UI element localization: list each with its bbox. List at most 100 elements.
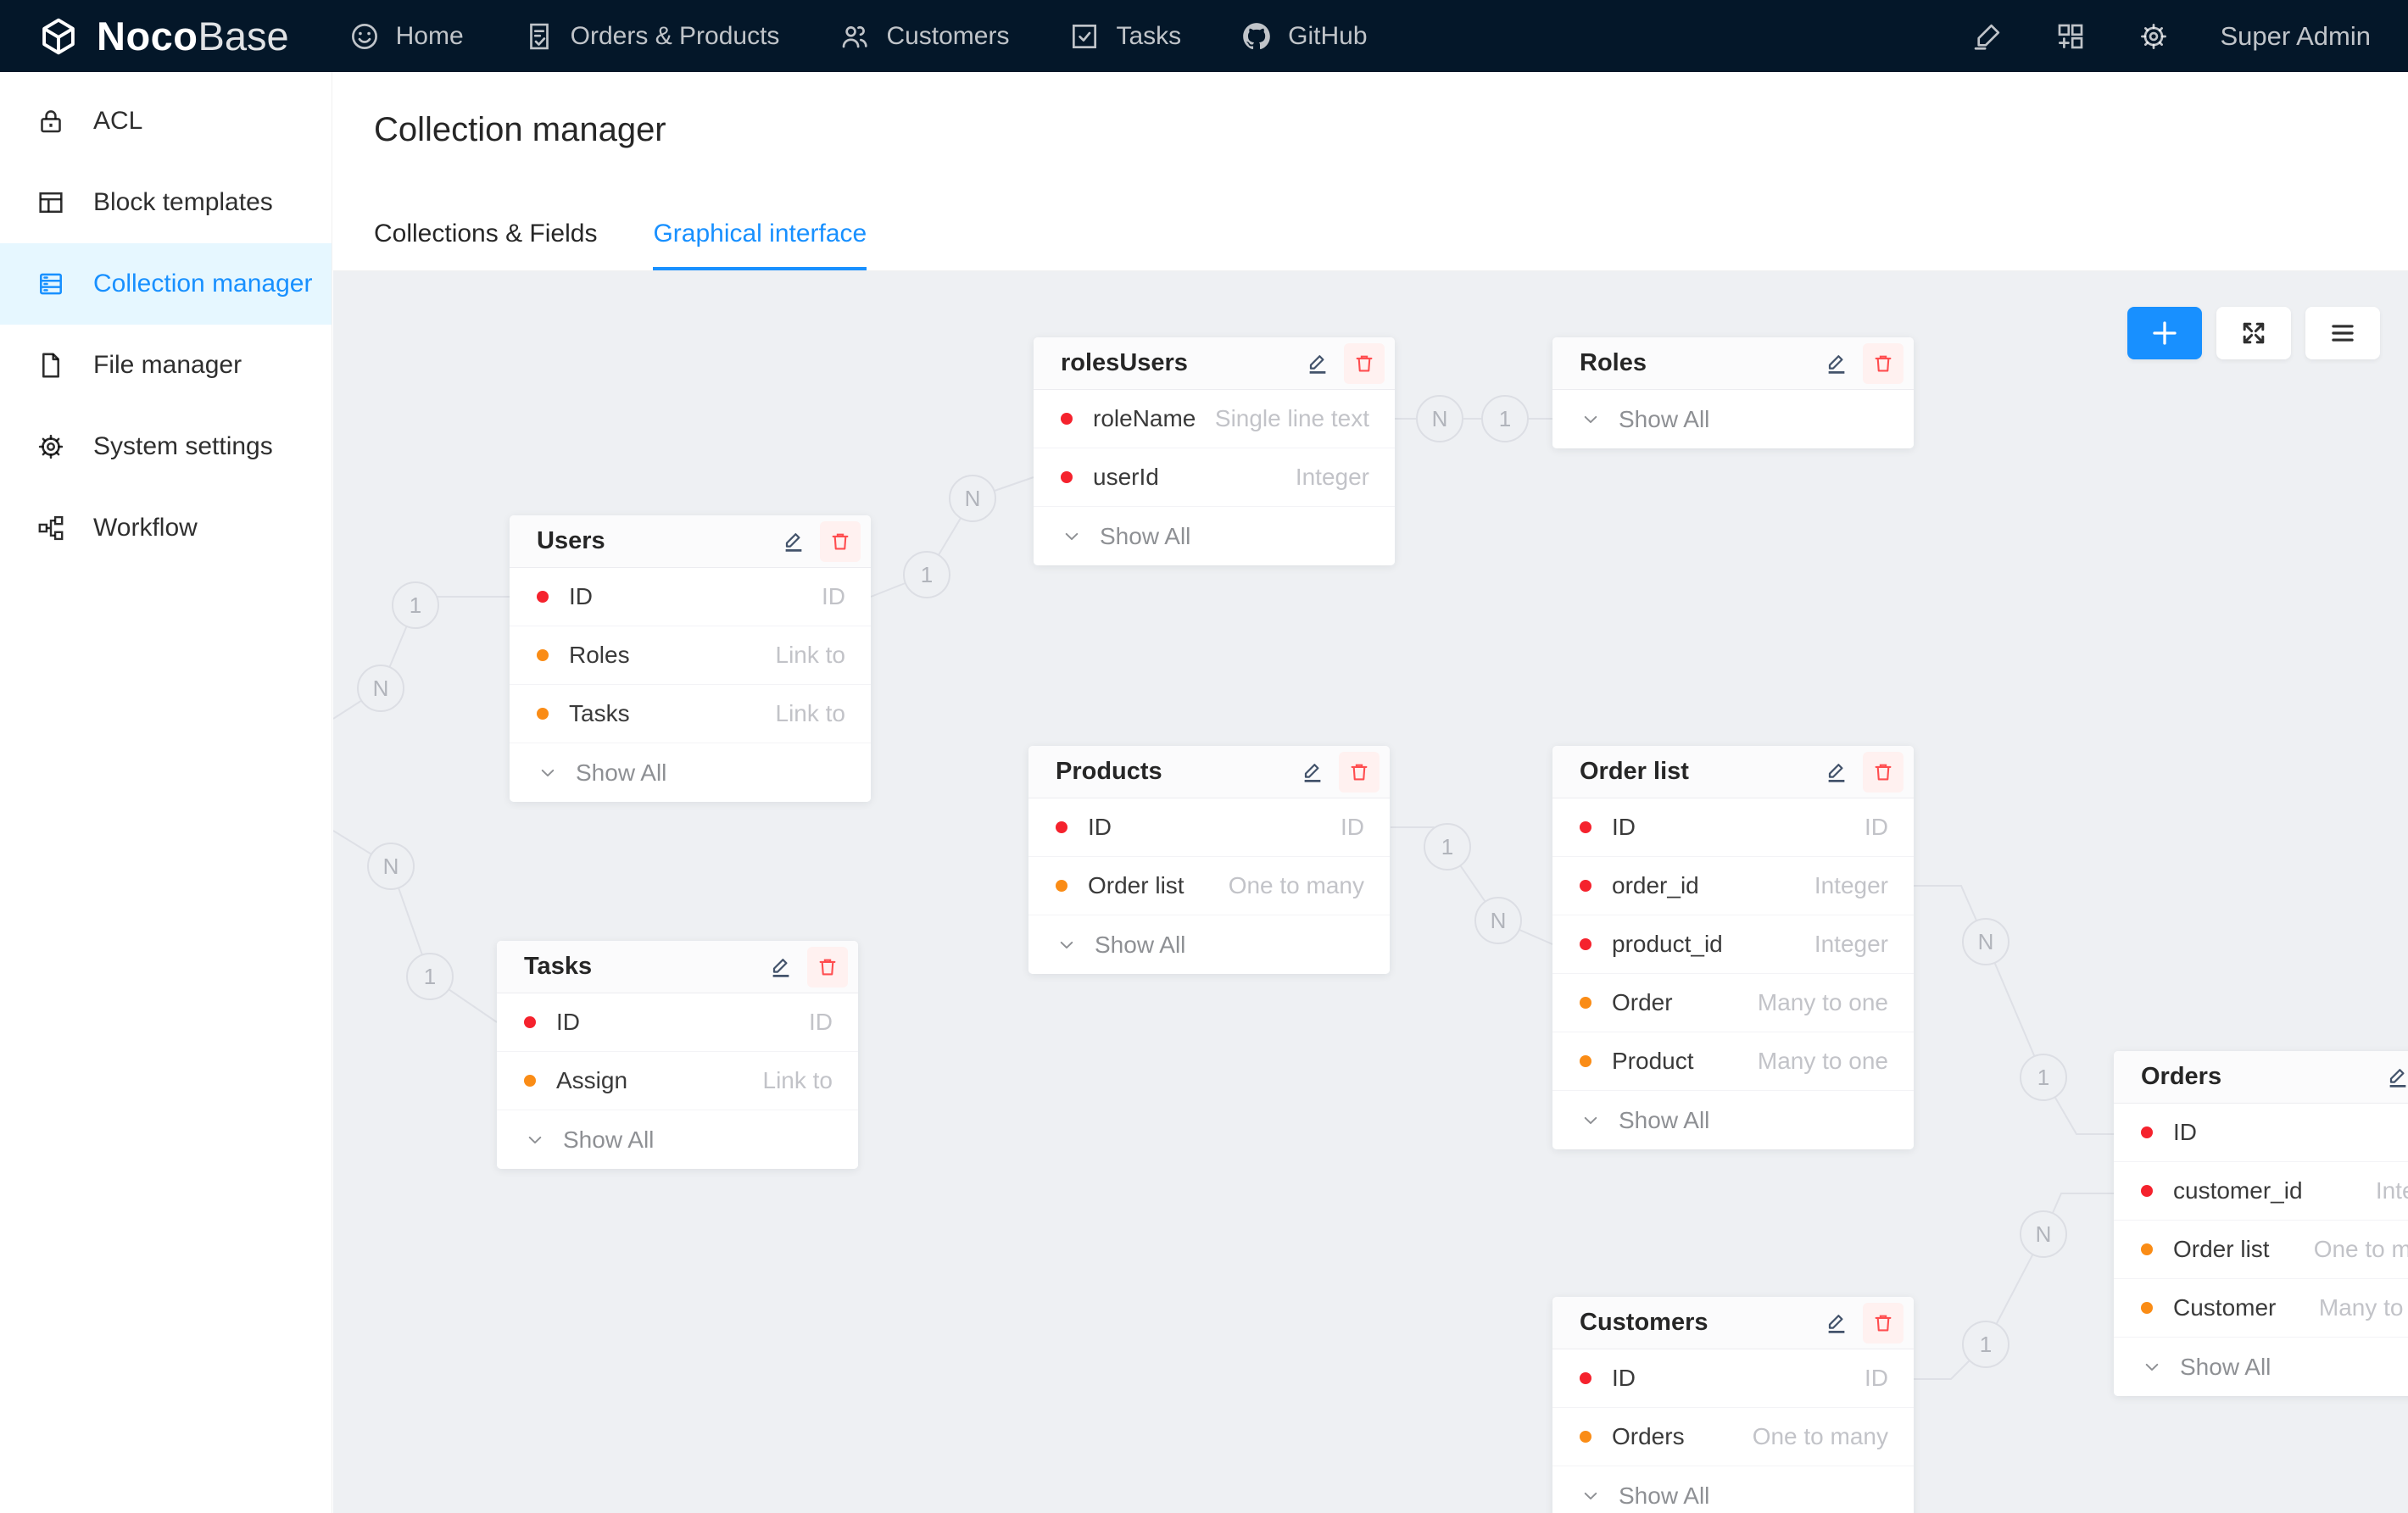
entity-card-users[interactable]: UsersIDIDRolesLink toTasksLink toShow Al… [510,515,871,802]
top-navbar: NocoBase Home Orders & Products Customers T… [0,0,2408,72]
erd-canvas[interactable]: 1NN11NN11NN1N1 rolesUsersroleNameSingle … [333,271,2408,1513]
field-name: Orders [1612,1423,1685,1450]
show-all-toggle[interactable]: Show All [1552,1091,1914,1149]
delete-collection-button[interactable] [1863,752,1904,793]
navbar-right: Super Admin [1971,20,2408,53]
add-collection-button[interactable] [2127,307,2202,359]
field-name: roleName [1093,405,1196,432]
field-type: ID [1341,814,1364,841]
edit-collection-button[interactable] [781,529,806,554]
entity-card-roles[interactable]: Roles Show All [1552,337,1914,448]
navbar-item-github[interactable]: GitHub [1240,20,1367,53]
sidebar-item-workflow[interactable]: Workflow [0,487,332,569]
svg-text:1: 1 [410,592,421,618]
edit-icon [1824,351,1849,376]
field-row-order: OrderMany to one [1552,974,1914,1032]
sidebar-item-system-settings[interactable]: System settings [0,406,332,487]
cardinality-badge: N [368,843,414,889]
sidebar-item-file-manager[interactable]: File manager [0,325,332,406]
edit-collection-button[interactable] [1300,759,1325,785]
appstore-add-button[interactable] [2054,20,2087,53]
svg-text:1: 1 [1441,834,1453,859]
entity-card-customers[interactable]: CustomersIDIDOrdersOne to manyShow All [1552,1297,1914,1513]
svg-text:1: 1 [424,964,436,989]
required-field-dot [2141,1126,2153,1138]
collections-icon [36,269,66,299]
sidebar-item-collection-manager[interactable]: Collection manager [0,243,332,325]
show-all-toggle[interactable]: Show All [497,1110,858,1169]
tab-graphical-interface[interactable]: Graphical interface [653,220,867,270]
delete-collection-button[interactable] [1344,343,1385,384]
highlighter-button[interactable] [1971,20,2004,53]
entity-title: Orders [2141,1063,2221,1091]
entity-header: Order list [1552,746,1914,798]
layout-icon [36,187,66,218]
show-all-label: Show All [563,1126,654,1154]
delete-collection-button[interactable] [1339,752,1380,793]
sidebar-item-label: ACL [93,107,142,136]
fullscreen-button[interactable] [2216,307,2291,359]
current-user-menu[interactable]: Super Admin [2221,21,2372,52]
field-name: Tasks [569,700,630,727]
edit-icon [781,529,806,554]
navbar-item-customers[interactable]: Customers [839,20,1009,53]
trash-icon [816,955,839,979]
show-all-toggle[interactable]: Show All [1552,1466,1914,1513]
edit-collection-button[interactable] [768,954,794,980]
relation-field-dot [1580,1431,1591,1443]
svg-text:N: N [1491,908,1507,933]
show-all-toggle[interactable]: Show All [1028,915,1390,974]
field-name: Order list [1088,872,1184,899]
file-icon [36,350,66,381]
sidebar-item-label: Block templates [93,188,273,217]
navbar-item-home[interactable]: Home [348,20,464,53]
show-all-toggle[interactable]: Show All [510,743,871,802]
sidebar-item-acl[interactable]: ACL [0,81,332,162]
nocobase-logo[interactable]: NocoBase [0,12,325,61]
show-all-label: Show All [1100,523,1190,550]
show-all-toggle[interactable]: Show All [1034,507,1395,565]
delete-collection-button[interactable] [1863,343,1904,384]
navbar-item-label: GitHub [1288,22,1367,51]
nocobase-cube-icon [34,12,83,61]
entity-title: Products [1056,758,1162,786]
edit-collection-button[interactable] [1824,1310,1849,1336]
entity-card-products[interactable]: ProductsIDIDOrder listOne to manyShow Al… [1028,746,1390,974]
cardinality-badge: N [2021,1211,2066,1257]
show-all-toggle[interactable]: Show All [1552,390,1914,448]
chevron-down-icon [2141,1356,2163,1378]
field-row-product-id: product_idInteger [1552,915,1914,974]
svg-text:N: N [383,854,399,879]
navbar-item-label: Tasks [1116,22,1181,51]
field-row-product: ProductMany to one [1552,1032,1914,1091]
entity-card-orders[interactable]: OrdersIDIDcustomer_idIntegerOrder listOn… [2114,1051,2408,1396]
required-field-dot [1580,821,1591,833]
show-all-toggle[interactable]: Show All [2114,1338,2408,1396]
field-row-order-list: Order listOne to many [2114,1221,2408,1279]
delete-collection-button[interactable] [820,521,861,562]
chevron-down-icon [524,1129,546,1151]
svg-text:N: N [373,676,389,701]
delete-collection-button[interactable] [1863,1303,1904,1343]
relation-field-dot [2141,1243,2153,1255]
canvas-toolbar [2127,307,2380,359]
settings-button[interactable] [2138,20,2170,53]
entity-title: Roles [1580,349,1647,377]
entity-card-tasks[interactable]: TasksIDIDAssignLink toShow All [497,941,858,1169]
edit-collection-button[interactable] [1824,759,1849,785]
entity-card-rolesusers[interactable]: rolesUsersroleNameSingle line textuserId… [1034,337,1395,565]
navbar-item-tasks[interactable]: Tasks [1068,20,1181,53]
edit-collection-button[interactable] [1824,351,1849,376]
edit-collection-button[interactable] [1305,351,1330,376]
navbar-item-orders-products[interactable]: Orders & Products [523,20,780,53]
tab-collections-fields[interactable]: Collections & Fields [374,220,597,270]
delete-collection-button[interactable] [807,947,848,987]
navbar-menu: Home Orders & Products Customers Tasks GitHu… [348,20,1368,53]
field-name: Product [1612,1048,1694,1075]
relation-field-dot [2141,1302,2153,1314]
edit-collection-button[interactable] [2385,1065,2408,1090]
entity-card-order-list[interactable]: Order listIDIDorder_idIntegerproduct_idI… [1552,746,1914,1149]
sidebar-item-block-templates[interactable]: Block templates [0,162,332,243]
content-header: Collection manager Collections & FieldsG… [333,72,2408,271]
layout-menu-button[interactable] [2305,307,2380,359]
